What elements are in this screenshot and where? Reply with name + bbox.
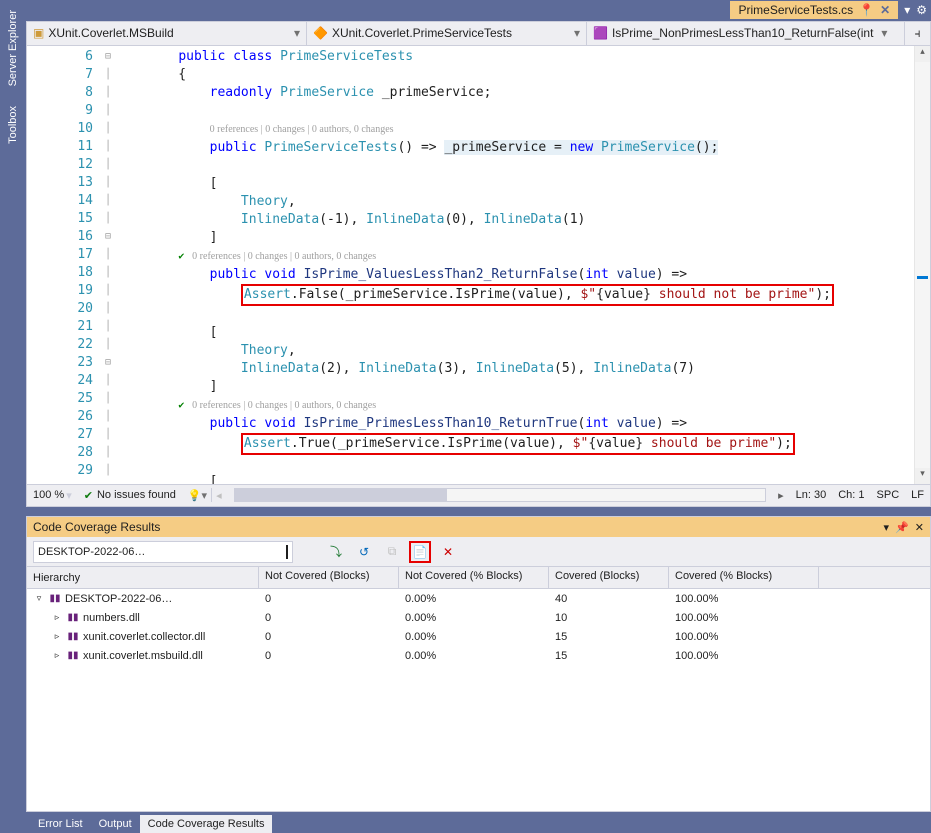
tab-code-coverage[interactable]: Code Coverage Results	[140, 815, 273, 833]
left-panel-strip: Server Explorer Toolbox	[0, 0, 26, 833]
tab-error-list[interactable]: Error List	[30, 815, 91, 833]
coverage-row[interactable]: ▿ ▮▮ DESKTOP-2022-06… 0 0.00% 40 100.00%	[27, 589, 930, 608]
method-icon: 🟪	[593, 26, 608, 40]
editor-status-bar: 100 % ▾ ✔ No issues found 💡▾ ◂ ▸ Ln: 30 …	[27, 484, 930, 506]
toolbox-tab[interactable]: Toolbox	[5, 96, 21, 154]
server-explorer-tab[interactable]: Server Explorer	[5, 0, 21, 96]
hierarchy-name: xunit.coverlet.collector.dll	[83, 631, 205, 643]
module-icon: ▮▮	[49, 593, 61, 604]
hierarchy-name: xunit.coverlet.msbuild.dll	[83, 650, 203, 662]
code-content[interactable]: public class PrimeServiceTests { readonl…	[147, 46, 914, 484]
coverage-toolbar: DESKTOP-2022-06… ⤵ ↺ ⧉ 📄 ✕	[27, 537, 930, 567]
nav-project-dropdown[interactable]: ▣ XUnit.Coverlet.MSBuild ▾	[27, 22, 307, 45]
code-coverage-panel: Code Coverage Results ▾ 📌 ✕ DESKTOP-2022…	[26, 516, 931, 812]
navigation-bar: ▣ XUnit.Coverlet.MSBuild ▾ 🔶 XUnit.Cover…	[26, 21, 931, 46]
line-numbers: 6789101112131415161718192021222324252627…	[43, 46, 99, 484]
title-bar: PrimeServiceTests.cs 📍 ✕ ▾ ⚙	[26, 0, 931, 21]
vertical-scrollbar[interactable]: ▴ ▾	[914, 46, 930, 484]
right-arrow-icon[interactable]: ▸	[778, 489, 784, 502]
hierarchy-name: DESKTOP-2022-06…	[65, 593, 172, 605]
chevron-down-icon: ▾	[294, 26, 300, 40]
close-icon[interactable]: ✕	[915, 521, 924, 534]
nav-class-dropdown[interactable]: 🔶 XUnit.Coverlet.PrimeServiceTests ▾	[307, 22, 587, 45]
dropdown-icon[interactable]: ▾	[904, 3, 910, 17]
horizontal-scrollbar[interactable]	[234, 488, 767, 502]
chevron-down-icon: ▾	[881, 26, 887, 40]
col-hierarchy[interactable]: Hierarchy	[27, 567, 259, 588]
nav-member-dropdown[interactable]: 🟪 IsPrime_NonPrimesLessThan10_ReturnFals…	[587, 22, 904, 45]
merge-results-button[interactable]: ⧉	[381, 541, 403, 563]
coverage-tree[interactable]: ▿ ▮▮ DESKTOP-2022-06… 0 0.00% 40 100.00%…	[27, 589, 930, 811]
col-not-covered-pct[interactable]: Not Covered (% Blocks)	[399, 567, 549, 588]
scroll-up-icon[interactable]: ▴	[915, 46, 930, 62]
expand-icon[interactable]: ▹	[51, 631, 63, 642]
module-icon: ▮▮	[67, 650, 79, 661]
scroll-down-icon[interactable]: ▾	[915, 468, 930, 484]
window-menu-icon[interactable]: ▾	[884, 521, 890, 534]
eol-indicator[interactable]: LF	[911, 489, 924, 501]
code-editor[interactable]: 6789101112131415161718192021222324252627…	[27, 46, 930, 484]
coverage-header-row: Hierarchy Not Covered (Blocks) Not Cover…	[27, 567, 930, 589]
issues-indicator[interactable]: ✔ No issues found	[84, 489, 176, 502]
coverage-title-bar[interactable]: Code Coverage Results ▾ 📌 ✕	[27, 517, 930, 537]
issues-label: No issues found	[97, 489, 176, 501]
coverage-run-dropdown[interactable]: DESKTOP-2022-06…	[33, 541, 293, 563]
gear-icon[interactable]: ⚙	[916, 3, 927, 17]
left-arrow-icon[interactable]: ◂	[216, 489, 222, 502]
coverage-run-label: DESKTOP-2022-06…	[38, 546, 286, 558]
nav-class-label: XUnit.Coverlet.PrimeServiceTests	[332, 26, 512, 40]
export-results-button[interactable]: ↺	[353, 541, 375, 563]
module-icon: ▮▮	[67, 631, 79, 642]
pin-icon[interactable]: 📍	[859, 3, 874, 17]
indent-indicator[interactable]: SPC	[877, 489, 900, 501]
import-results-button[interactable]: ⤵	[325, 541, 347, 563]
chevron-down-icon: ▾	[574, 26, 580, 40]
remove-button[interactable]: ✕	[437, 541, 459, 563]
col-not-covered-blocks[interactable]: Not Covered (Blocks)	[259, 567, 399, 588]
expand-icon[interactable]: ▿	[33, 593, 45, 604]
document-tab[interactable]: PrimeServiceTests.cs 📍 ✕	[730, 1, 898, 19]
lightbulb-icon[interactable]: 💡▾	[188, 489, 207, 502]
hierarchy-name: numbers.dll	[83, 612, 140, 624]
split-view-button[interactable]: ⫞	[904, 22, 930, 45]
close-icon[interactable]: ✕	[880, 3, 890, 17]
tab-output[interactable]: Output	[91, 815, 140, 833]
check-icon: ✔	[84, 489, 93, 502]
nav-project-label: XUnit.Coverlet.MSBuild	[48, 26, 173, 40]
coverage-row[interactable]: ▹ ▮▮ xunit.coverlet.msbuild.dll 0 0.00% …	[27, 646, 930, 665]
col-covered-pct[interactable]: Covered (% Blocks)	[669, 567, 819, 588]
class-icon: 🔶	[313, 26, 328, 40]
expand-icon[interactable]: ▹	[51, 650, 63, 661]
col-covered-blocks[interactable]: Covered (Blocks)	[549, 567, 669, 588]
outline-margin[interactable]: ⊟│││││││││⊟││││││⊟││││││	[99, 46, 117, 484]
coverage-row[interactable]: ▹ ▮▮ xunit.coverlet.collector.dll 0 0.00…	[27, 627, 930, 646]
zoom-dropdown[interactable]: 100 % ▾	[33, 489, 72, 502]
bottom-tab-strip: Error List Output Code Coverage Results	[26, 812, 931, 833]
coverage-row[interactable]: ▹ ▮▮ numbers.dll 0 0.00% 10 100.00%	[27, 608, 930, 627]
module-icon: ▮▮	[67, 612, 79, 623]
pushpin-icon[interactable]: 📌	[895, 521, 909, 534]
document-tab-label: PrimeServiceTests.cs	[738, 3, 853, 17]
csproj-icon: ▣	[33, 26, 44, 40]
expand-icon[interactable]: ▹	[51, 612, 63, 623]
show-coloring-button[interactable]: 📄	[409, 541, 431, 563]
nav-member-label: IsPrime_NonPrimesLessThan10_ReturnFalse(…	[612, 26, 873, 40]
coverage-title-label: Code Coverage Results	[33, 520, 160, 534]
column-indicator[interactable]: Ch: 1	[838, 489, 864, 501]
line-indicator[interactable]: Ln: 30	[796, 489, 827, 501]
